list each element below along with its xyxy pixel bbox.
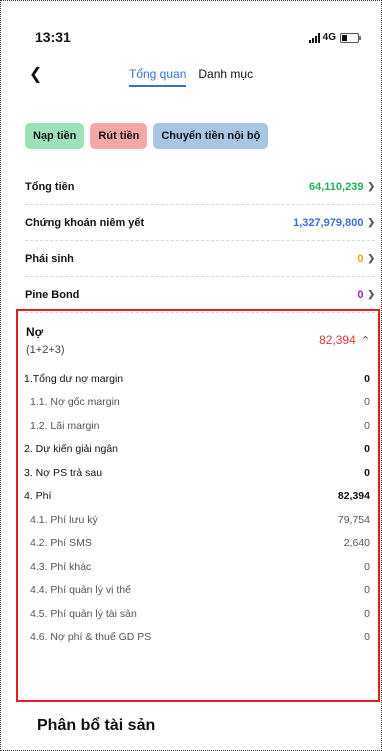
chevron-down-icon[interactable]: ❯ (367, 181, 375, 192)
summary-label: Tổng tiền (25, 180, 75, 193)
summary-label: Phái sinh (25, 252, 74, 265)
debt-row: 4.6. Nợ phí & thuế GD PS 0 (24, 626, 370, 650)
debt-row-value: 82,394 (337, 490, 370, 503)
debt-row-label: 4.2. Phí SMS (30, 537, 92, 550)
debt-row-label: 4.6. Nợ phí & thuế GD PS (30, 631, 152, 644)
debt-title: Nợ (26, 325, 44, 339)
top-nav: ❮ Tổng quan Danh mục (1, 61, 381, 91)
debt-row-value: 0 (364, 372, 370, 385)
chevron-up-icon[interactable]: ⌃ (361, 334, 370, 347)
withdraw-button[interactable]: Rút tiền (90, 123, 148, 149)
debt-row-value: 0 (364, 466, 370, 479)
summary-label: Chứng khoán niêm yết (25, 216, 145, 229)
debt-row-value: 0 (364, 560, 370, 573)
summary-row-derivatives[interactable]: Phái sinh 0 ❯ (25, 241, 375, 277)
debt-total-value: 82,394 (319, 333, 356, 347)
status-indicators: 4G (308, 32, 361, 43)
summary-label: Pine Bond (25, 288, 80, 301)
summary-value: 1,327,979,800 (293, 216, 364, 229)
debt-row-value: 0 (364, 584, 370, 597)
debt-row: 1.1. Nợ gốc margin 0 (24, 391, 370, 415)
debt-subtitle: (1+2+3) (26, 344, 65, 356)
internal-transfer-button[interactable]: Chuyển tiền nội bộ (153, 123, 269, 149)
phone-screen: 13:31 4G ❮ Tổng quan Danh mục Nạp tiền R… (0, 0, 382, 751)
summary-row-pine-bond[interactable]: Pine Bond 0 ❯ (25, 277, 375, 313)
debt-row: 4. Phí 82,394 (24, 485, 370, 509)
debt-row-label: 1.2. Lãi margin (30, 419, 100, 432)
debt-row: 1.2. Lãi margin 0 (24, 414, 370, 438)
debt-row-value: 0 (364, 396, 370, 409)
summary-row-total-cash[interactable]: Tổng tiền 64,110,239 ❯ (25, 169, 375, 205)
status-time: 13:31 (35, 29, 71, 45)
debt-panel: Nợ (1+2+3) 82,394 ⌃ 1.Tổng dư nợ margin 0… (16, 309, 380, 702)
chevron-down-icon[interactable]: ❯ (367, 289, 375, 300)
debt-row-value: 0 (364, 419, 370, 432)
debt-row: 4.2. Phí SMS 2,640 (24, 532, 370, 556)
summary-value: 0 (357, 252, 364, 265)
debt-row-label: 4.3. Phí khác (30, 560, 92, 573)
debt-row-label: 4.1. Phí lưu ký (30, 513, 98, 526)
debt-row-label: 2. Dự kiến giải ngân (24, 443, 119, 456)
battery-icon (340, 32, 361, 43)
asset-allocation-title: Phân bổ tài sản (37, 717, 156, 734)
signal-icon (308, 32, 320, 43)
debt-row: 3. Nợ PS trả sau 0 (24, 461, 370, 485)
summary-value: 64,110,239 (309, 180, 364, 193)
debt-row: 2. Dự kiến giải ngân 0 (24, 438, 370, 462)
asset-summary: Tổng tiền 64,110,239 ❯ Chứng khoán niêm y… (25, 169, 375, 313)
debt-row-value: 0 (364, 607, 370, 620)
debt-row: 4.1. Phí lưu ký 79,754 (24, 508, 370, 532)
network-label: 4G (322, 32, 336, 43)
back-icon[interactable]: ❮ (29, 64, 42, 84)
debt-row-value: 0 (364, 631, 370, 644)
debt-row: 4.5. Phí quản lý tài sản 0 (24, 602, 370, 626)
debt-row-label: 1.Tổng dư nợ margin (24, 372, 124, 385)
debt-row-value: 79,754 (337, 513, 370, 526)
summary-value: 0 (357, 288, 364, 301)
tab-bar: Tổng quan Danh mục (129, 67, 253, 87)
debt-row-label: 4. Phí (24, 490, 52, 503)
debt-row-label: 4.5. Phí quản lý tài sản (30, 607, 137, 620)
debt-row-label: 4.4. Phí quản lý vị thế (30, 584, 131, 597)
debt-row: 4.4. Phí quản lý vị thế 0 (24, 579, 370, 603)
chevron-down-icon[interactable]: ❯ (367, 217, 375, 228)
summary-row-listed-securities[interactable]: Chứng khoán niêm yết 1,327,979,800 ❯ (25, 205, 375, 241)
debt-row-value: 0 (364, 443, 370, 456)
debt-row-label: 3. Nợ PS trả sau (24, 466, 103, 479)
tab-overview[interactable]: Tổng quan (129, 67, 187, 87)
action-buttons: Nạp tiền Rút tiền Chuyển tiền nội bộ (25, 123, 269, 149)
debt-row: 4.3. Phí khác 0 (24, 555, 370, 579)
tab-portfolio[interactable]: Danh mục (198, 67, 253, 87)
debt-total[interactable]: 82,394 ⌃ (319, 333, 370, 347)
debt-row: 1.Tổng dư nợ margin 0 (24, 367, 370, 391)
debt-rows: 1.Tổng dư nợ margin 0 1.1. Nợ gốc margin 0… (24, 367, 370, 649)
status-bar: 13:31 4G (1, 25, 381, 49)
debt-row-value: 2,640 (343, 537, 370, 550)
chevron-down-icon[interactable]: ❯ (367, 253, 375, 264)
debt-row-label: 1.1. Nợ gốc margin (30, 396, 120, 409)
deposit-button[interactable]: Nạp tiền (25, 123, 85, 149)
